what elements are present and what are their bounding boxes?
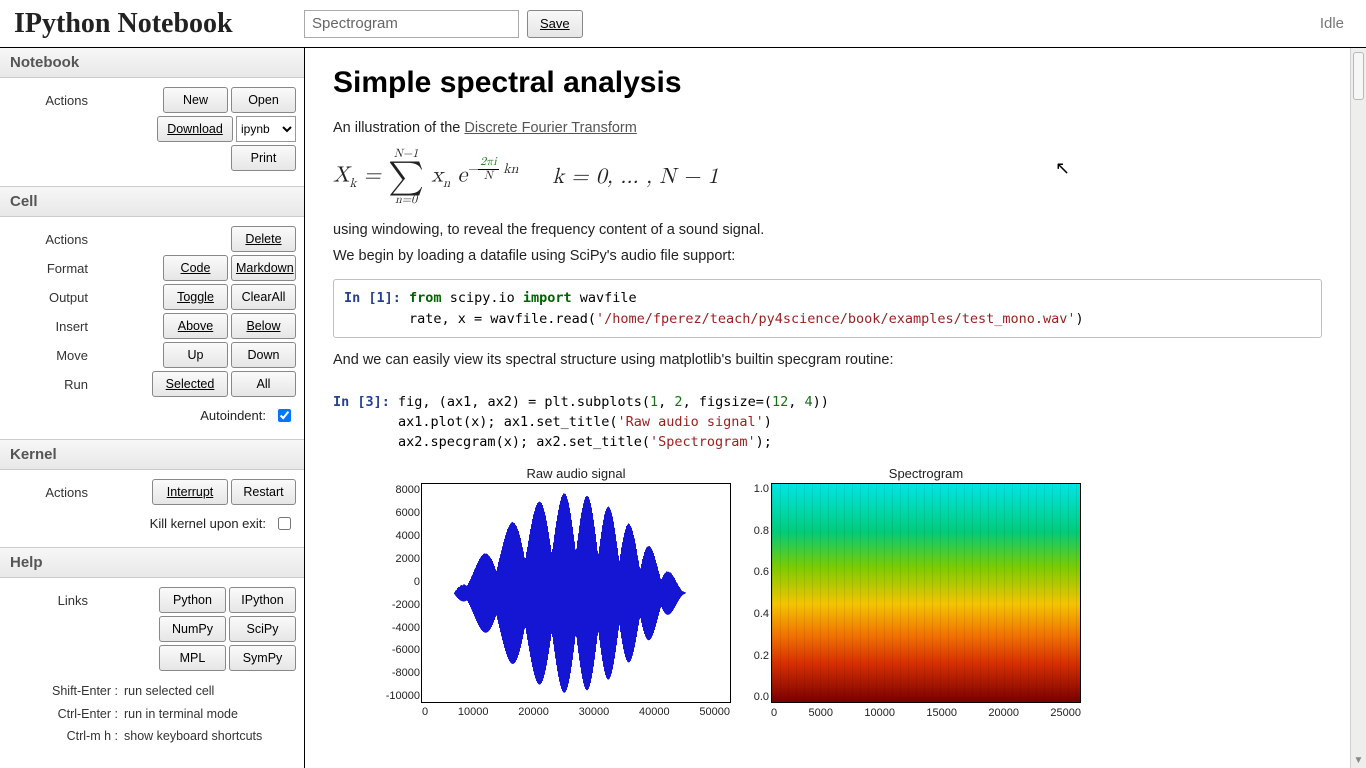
label: Format	[8, 261, 98, 276]
cursor-icon: ↖	[1055, 158, 1070, 179]
open-button[interactable]: Open	[231, 87, 296, 113]
move-up-button[interactable]: Up	[163, 342, 228, 368]
scrollbar-thumb[interactable]	[1353, 52, 1364, 100]
restart-button[interactable]: Restart	[231, 479, 296, 505]
print-button[interactable]: Print	[231, 145, 296, 171]
label: Run	[8, 377, 98, 392]
kernel-status: Idle	[1320, 15, 1352, 32]
scroll-down-icon[interactable]: ▼	[1351, 752, 1366, 768]
format-markdown-button[interactable]: Markdown	[231, 255, 296, 281]
download-button[interactable]: Download	[157, 116, 233, 142]
sidebar-group-help: Help	[0, 547, 304, 578]
kb-shortcut-key: Ctrl-Enter :	[36, 703, 124, 726]
autoindent-label: Autoindent:	[200, 408, 266, 423]
kb-shortcut-desc: run in terminal mode	[124, 707, 238, 721]
text: An illustration of the	[333, 120, 464, 136]
interrupt-button[interactable]: Interrupt	[152, 479, 228, 505]
move-down-button[interactable]: Down	[231, 342, 296, 368]
kill-kernel-checkbox[interactable]	[278, 517, 291, 530]
plot-raw-audio: Raw audio signal 80006000400020000-2000-…	[421, 466, 731, 703]
plot-spectrogram: Spectrogram 1.00.80.60.40.20.0 050001000…	[771, 466, 1081, 703]
insert-above-button[interactable]: Above	[163, 313, 228, 339]
sidebar-group-cell: Cell	[0, 186, 304, 217]
help-scipy-button[interactable]: SciPy	[229, 616, 296, 642]
download-format-select[interactable]: ipynb	[236, 116, 296, 142]
insert-below-button[interactable]: Below	[231, 313, 296, 339]
kill-kernel-label: Kill kernel upon exit:	[150, 516, 266, 531]
notebook-name-input[interactable]	[304, 10, 519, 38]
save-button[interactable]: Save	[527, 10, 583, 38]
output-toggle-button[interactable]: Toggle	[163, 284, 228, 310]
help-python-button[interactable]: Python	[159, 587, 226, 613]
label: Move	[8, 348, 98, 363]
text: We begin by loading a datafile using Sci…	[333, 246, 1322, 268]
scrollbar-vertical[interactable]: ▲ ▼	[1350, 48, 1366, 768]
dft-link[interactable]: Discrete Fourier Transform	[464, 120, 636, 136]
label: Output	[8, 290, 98, 305]
sidebar: Notebook Actions New Open Download ipynb	[0, 48, 305, 768]
code-cell[interactable]: In [1]: from scipy.io import wavfile rat…	[333, 279, 1322, 338]
format-code-button[interactable]: Code	[163, 255, 228, 281]
new-button[interactable]: New	[163, 87, 228, 113]
help-ipython-button[interactable]: IPython	[229, 587, 296, 613]
label: Actions	[8, 93, 98, 108]
kb-shortcut-desc: run selected cell	[124, 684, 214, 698]
run-selected-button[interactable]: Selected	[152, 371, 228, 397]
label: Insert	[8, 319, 98, 334]
math-formula: Xk = N−1∑n=0 xn e−2πiN kn k = 0, … , N −…	[333, 148, 1322, 206]
label: Actions	[8, 485, 98, 500]
kb-shortcut-key: Ctrl-m h :	[36, 725, 124, 748]
app-logo: IPython Notebook	[14, 8, 304, 40]
text: And we can easily view its spectral stru…	[333, 350, 1322, 372]
sidebar-group-notebook: Notebook	[0, 48, 304, 78]
text: using windowing, to reveal the frequency…	[333, 220, 1322, 242]
cell-prompt: In [1]:	[344, 290, 401, 306]
label: Actions	[8, 232, 98, 247]
label: Links	[8, 593, 98, 608]
output-clearall-button[interactable]: ClearAll	[231, 284, 296, 310]
notebook-content: Simple spectral analysis An illustration…	[305, 48, 1350, 768]
help-numpy-button[interactable]: NumPy	[159, 616, 226, 642]
code-cell[interactable]: In [3]: fig, (ax1, ax2) = plt.subplots(1…	[333, 384, 1322, 712]
help-sympy-button[interactable]: SymPy	[229, 645, 296, 671]
help-mpl-button[interactable]: MPL	[159, 645, 226, 671]
page-title: Simple spectral analysis	[333, 66, 1322, 100]
delete-button[interactable]: Delete	[231, 226, 296, 252]
sidebar-group-kernel: Kernel	[0, 439, 304, 470]
run-all-button[interactable]: All	[231, 371, 296, 397]
cell-prompt: In [3]:	[333, 394, 390, 410]
kb-shortcut-key: Shift-Enter :	[36, 680, 124, 703]
autoindent-checkbox[interactable]	[278, 409, 291, 422]
kb-shortcut-desc: show keyboard shortcuts	[124, 729, 262, 743]
